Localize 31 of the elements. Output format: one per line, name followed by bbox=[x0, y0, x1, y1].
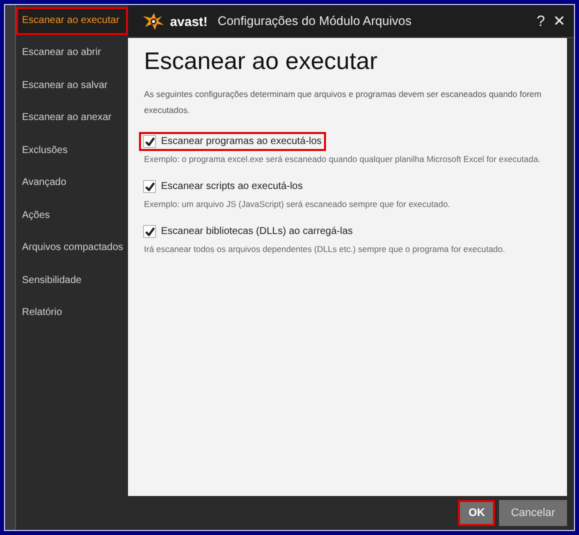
sidebar-item[interactable]: Escanear ao salvar bbox=[16, 70, 128, 102]
intro-text: As seguintes configurações determinam que arquivos e programas devem ser escaneados quando forem executados. bbox=[144, 88, 542, 117]
option-description: Exemplo: um arquivo JS (JavaScript) será escaneado sempre que for executado. bbox=[144, 198, 452, 211]
sidebar-item[interactable]: Ações bbox=[16, 200, 128, 232]
sidebar-item[interactable]: Sensibilidade bbox=[16, 264, 128, 297]
option-label: Escanear scripts ao executá-los bbox=[161, 181, 303, 192]
sidebar-item[interactable]: Escanear ao anexar bbox=[16, 102, 128, 134]
option-label: Escanear bibliotecas (DLLs) ao carregá-las bbox=[161, 226, 353, 237]
sidebar-item[interactable]: Arquivos compactados bbox=[16, 232, 128, 264]
close-button[interactable]: ✕ bbox=[551, 12, 568, 30]
checkbox-option[interactable]: Escanear scripts ao executá-los bbox=[139, 177, 307, 196]
logo-icon bbox=[142, 11, 166, 31]
checkbox[interactable] bbox=[143, 225, 156, 238]
checkbox-option[interactable]: Escanear bibliotecas (DLLs) ao carregá-las bbox=[139, 222, 357, 241]
cancel-button[interactable]: Cancelar bbox=[498, 500, 567, 526]
sidebar-item[interactable]: Escanear ao executar bbox=[16, 7, 128, 35]
option-description: Exemplo: o programa excel.exe será escaneado quando qualquer planilha Microsoft Excel for executada. bbox=[144, 153, 542, 166]
window-title: Configurações do Módulo Arquivos bbox=[218, 14, 412, 28]
brand-name: avast! bbox=[170, 14, 208, 28]
sidebar-item[interactable]: Relatório bbox=[16, 297, 128, 330]
page-heading: Escanear ao executar bbox=[144, 48, 378, 76]
option-description: Irá escanear todos os arquivos dependentes (DLLs etc.) sempre que o programa for executado. bbox=[144, 243, 506, 256]
sidebar-item[interactable]: Exclusões bbox=[16, 134, 128, 167]
option-label: Escanear programas ao executá-los bbox=[161, 136, 322, 147]
help-button[interactable]: ? bbox=[534, 12, 547, 30]
sidebar-item[interactable]: Escanear ao abrir bbox=[16, 37, 128, 70]
checkbox-option[interactable]: Escanear programas ao executá-los bbox=[139, 132, 326, 151]
sidebar-item[interactable]: Avançado bbox=[16, 167, 128, 200]
checkbox[interactable] bbox=[143, 180, 156, 193]
checkbox[interactable] bbox=[143, 135, 156, 148]
ok-button[interactable]: OK bbox=[458, 500, 495, 526]
